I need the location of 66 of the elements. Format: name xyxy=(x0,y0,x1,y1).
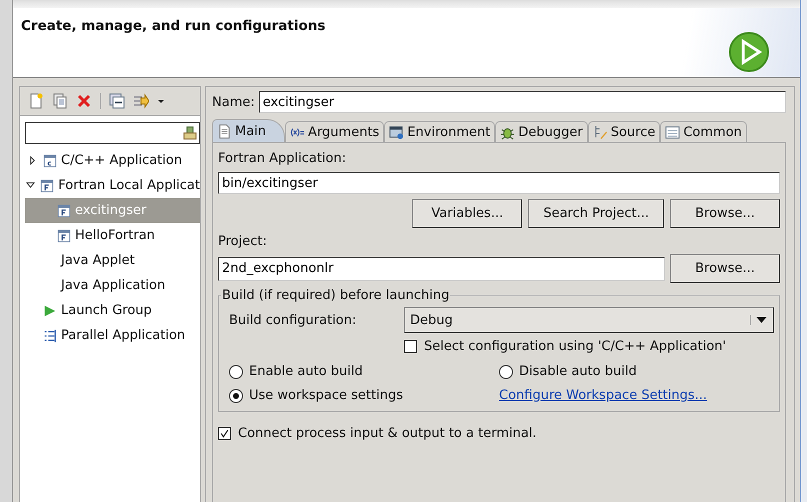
tree-item-label: C/C++ Application xyxy=(61,153,182,168)
tree-item-label: excitingser xyxy=(75,203,146,218)
radio-button[interactable] xyxy=(499,364,513,378)
project-label: Project: xyxy=(218,234,267,249)
tree-pencil-icon xyxy=(592,124,608,140)
radio-label: Disable auto build xyxy=(519,364,637,379)
browse-button[interactable]: Browse... xyxy=(670,254,780,283)
name-field[interactable]: excitingser xyxy=(258,91,786,113)
filter-icon[interactable] xyxy=(133,93,149,109)
checkbox-label: Connect process input & output to a terminal. xyxy=(238,426,537,441)
tree-item-label: Launch Group xyxy=(61,303,152,318)
collapse-icon[interactable] xyxy=(109,93,125,109)
tree-item-label: Java Application xyxy=(61,278,166,293)
tree-item-label: Parallel Application xyxy=(61,328,186,343)
tab[interactable]: Arguments xyxy=(285,121,384,142)
copy-icon[interactable] xyxy=(52,93,68,109)
application-label: Fortran Application: xyxy=(218,151,346,166)
build-configuration-label: Build configuration: xyxy=(229,312,358,328)
play-icon xyxy=(43,304,57,318)
tree-item[interactable]: Java Application xyxy=(25,273,200,298)
document-icon xyxy=(217,124,232,138)
tab[interactable]: Debugger xyxy=(495,121,588,142)
fortran-file-icon xyxy=(57,228,71,242)
window-icon xyxy=(389,124,404,140)
tab[interactable]: Main xyxy=(212,119,286,142)
push-button[interactable]: Variables... xyxy=(412,199,522,228)
filter-field[interactable] xyxy=(25,122,200,144)
tree-item-label: Java Applet xyxy=(61,253,135,268)
push-button[interactable]: Browse... xyxy=(670,199,780,228)
checkbox-label: Select configuration using 'C/C++ Application' xyxy=(424,339,726,354)
fortran-file-icon xyxy=(57,204,71,218)
dropdown-caret-icon xyxy=(750,315,767,325)
name-label: Name: xyxy=(212,94,255,110)
tab[interactable]: Environment xyxy=(384,121,496,142)
project-field[interactable]: 2nd_excphononlr xyxy=(218,256,665,280)
header-title: Create, manage, and run configurations xyxy=(21,18,326,35)
tree-item-label: Fortran Local Applicat xyxy=(58,178,200,193)
parallel-list-icon xyxy=(43,328,57,342)
tab[interactable]: Source xyxy=(588,121,660,142)
radio-button[interactable] xyxy=(229,364,243,378)
radio-label: Use workspace settings xyxy=(249,388,403,403)
build-configuration-dropdown[interactable]: Debug xyxy=(404,307,774,333)
tree-item-label: HelloFortran xyxy=(75,228,155,243)
expand-arrow-icon[interactable] xyxy=(28,156,36,165)
tree-item[interactable]: HelloFortran xyxy=(25,223,200,248)
tree-item[interactable]: Java Applet xyxy=(25,248,200,273)
run-play-icon xyxy=(728,31,770,73)
checkbox[interactable] xyxy=(404,340,417,353)
list-icon xyxy=(665,124,680,140)
radio-label: Enable auto build xyxy=(249,364,363,379)
new-document-icon[interactable] xyxy=(28,93,44,109)
delete-icon[interactable] xyxy=(76,93,92,109)
tree-item[interactable]: Fortran Local Applicat xyxy=(25,173,200,198)
tree-item[interactable]: Parallel Application xyxy=(25,323,200,348)
push-button[interactable]: Search Project... xyxy=(528,199,664,228)
configure-workspace-link[interactable]: Configure Workspace Settings... xyxy=(499,388,774,403)
checkbox[interactable] xyxy=(218,427,231,440)
group-title: Build (if required) before launching xyxy=(221,287,450,304)
dropdown-caret-icon[interactable] xyxy=(157,97,165,105)
tree-item[interactable]: Launch Group xyxy=(25,298,200,323)
tab[interactable]: Common xyxy=(660,121,747,142)
expand-arrow-icon[interactable] xyxy=(26,181,36,190)
clear-filter-icon[interactable] xyxy=(183,126,197,140)
fortran-file-icon xyxy=(40,178,54,192)
radio-button[interactable] xyxy=(229,388,243,402)
application-field[interactable]: bin/excitingser xyxy=(218,172,780,194)
